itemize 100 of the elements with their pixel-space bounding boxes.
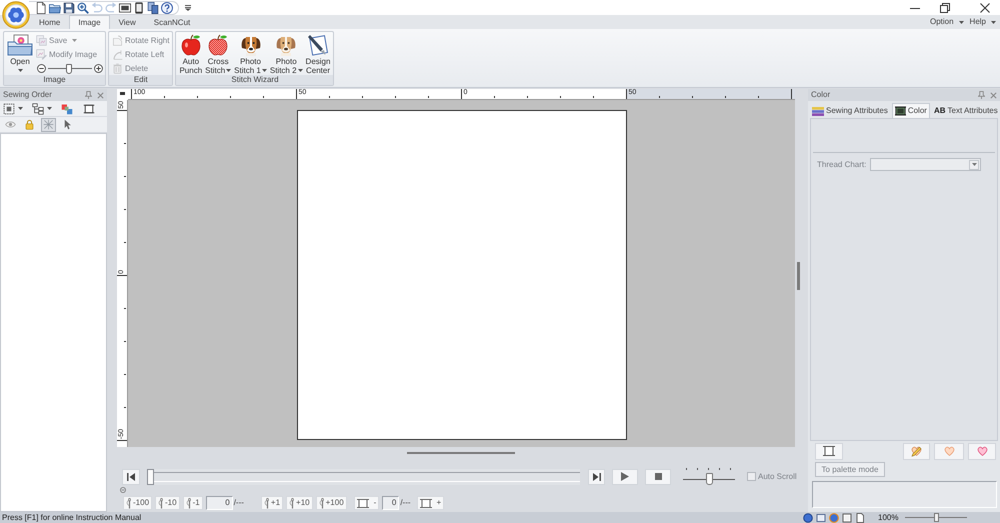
- restore-icon[interactable]: [940, 2, 950, 12]
- rotate-left-icon: [112, 49, 123, 60]
- skip-start-button[interactable]: [122, 468, 140, 484]
- step-button[interactable]: +10: [286, 496, 313, 510]
- step-button[interactable]: -: [354, 496, 380, 510]
- ribbon-button[interactable]: Photo Stitch 2: [268, 33, 304, 75]
- caret-icon[interactable]: [47, 107, 52, 110]
- caret-icon[interactable]: [18, 107, 23, 110]
- ribbon-button[interactable]: Auto Punch: [178, 33, 204, 75]
- color-blocks-icon[interactable]: [61, 102, 73, 114]
- heart-button[interactable]: [968, 442, 996, 460]
- collapse-icon[interactable]: [120, 487, 126, 493]
- ruler-unit-icon: [120, 92, 125, 95]
- slider-thumb[interactable]: [934, 513, 939, 522]
- scrollbar-thumb[interactable]: [407, 452, 515, 454]
- screen-icon[interactable]: [119, 2, 131, 14]
- slider-thumb[interactable]: [147, 468, 154, 484]
- folder-photo-icon: [7, 34, 33, 56]
- step-button[interactable]: +1: [260, 496, 284, 510]
- ribbon-button[interactable]: Open: [6, 33, 34, 75]
- step-button[interactable]: +100: [316, 496, 347, 510]
- caret-icon: [972, 163, 977, 166]
- tablet-icon[interactable]: [133, 2, 145, 14]
- folder-icon[interactable]: [49, 2, 61, 14]
- pages-icon[interactable]: [147, 2, 159, 14]
- asterisk-icon: [43, 119, 54, 130]
- heart-icon: [976, 445, 988, 457]
- menu-button[interactable]: Option: [926, 15, 967, 29]
- apple-icon: [180, 34, 202, 56]
- step-field[interactable]: 0: [382, 496, 400, 510]
- checkered-apple-icon: [207, 34, 230, 56]
- zoom-out-icon[interactable]: [37, 64, 46, 73]
- checkbox-label: Auto Scroll: [758, 472, 797, 482]
- needle-icon: [186, 498, 191, 508]
- caret-icon: [991, 20, 996, 24]
- zoom-in-icon[interactable]: [77, 2, 89, 14]
- frame-icon: [823, 445, 835, 457]
- dog-icon: [275, 34, 298, 56]
- trash-icon: [112, 63, 123, 74]
- close-icon[interactable]: [980, 2, 990, 12]
- step-button[interactable]: -1: [182, 496, 203, 510]
- ribbon-tab[interactable]: ScanNCut: [144, 15, 200, 29]
- needle-icon: [158, 498, 164, 508]
- ribbon-tab[interactable]: Image: [69, 15, 110, 29]
- flower-logo-icon[interactable]: [2, 1, 30, 29]
- slider-thumb[interactable]: [66, 64, 72, 74]
- ribbon-button[interactable]: Cross Stitch: [204, 33, 232, 75]
- skip-end-button[interactable]: [588, 468, 605, 484]
- frame-select-icon[interactable]: [3, 102, 15, 114]
- image-edit-icon: [36, 49, 47, 60]
- play-button[interactable]: [612, 468, 638, 484]
- needle-icon: [289, 498, 294, 508]
- heart-button[interactable]: [903, 442, 930, 460]
- disc-icon[interactable]: [829, 512, 839, 522]
- step-button[interactable]: -100: [123, 496, 152, 510]
- heart-icon: [942, 445, 956, 457]
- status-message: Press [F1] for online Instruction Manual: [1, 512, 142, 522]
- toggle-button[interactable]: [41, 118, 56, 132]
- zoom-in-icon[interactable]: [94, 64, 103, 73]
- step-field[interactable]: 0: [206, 496, 233, 510]
- frame-icon: [356, 498, 369, 508]
- hierarchy-icon[interactable]: [32, 102, 44, 114]
- skip-end-icon: [592, 472, 600, 480]
- pen-paper-icon: [307, 34, 329, 56]
- step-total: /---: [234, 498, 244, 508]
- progress-slider[interactable]: [147, 468, 580, 484]
- frame-icon: [420, 498, 432, 508]
- ribbon-button[interactable]: Design Center: [304, 33, 332, 75]
- menu-button[interactable]: Help: [966, 15, 999, 29]
- frame-icon[interactable]: [83, 102, 95, 114]
- needle-icon: [264, 498, 269, 508]
- panel-tab[interactable]: AB Text Attributes: [930, 103, 1000, 118]
- scrollbar-thumb[interactable]: [797, 262, 800, 290]
- help-icon[interactable]: [161, 2, 173, 14]
- needle-icon: [318, 498, 324, 508]
- page-icon[interactable]: [35, 2, 47, 14]
- square-icon[interactable]: [842, 512, 852, 522]
- ribbon-button[interactable]: Photo Stitch 1: [233, 33, 268, 75]
- group-label: Stitch Wizard: [176, 75, 334, 85]
- needle-icon: [126, 498, 131, 508]
- dog-icon: [240, 34, 262, 56]
- rotate-right-icon: [112, 35, 123, 46]
- panel-tab[interactable]: Color: [892, 103, 930, 118]
- step-button[interactable]: -10: [155, 496, 180, 510]
- stripes-icon: [812, 106, 824, 116]
- zoom-slider[interactable]: [48, 64, 92, 74]
- frame-button[interactable]: [815, 442, 843, 460]
- save-icon: [36, 35, 47, 46]
- slider-thumb[interactable]: [706, 473, 712, 485]
- zoom-percent: 100%: [878, 512, 898, 522]
- disc-icon[interactable]: [803, 512, 813, 522]
- group-label: Image: [4, 75, 105, 85]
- stop-button[interactable]: [645, 468, 671, 484]
- heart-pencil-icon: [910, 445, 923, 457]
- panel-tab[interactable]: Sewing Attributes: [809, 103, 891, 118]
- stop-icon: [654, 473, 662, 480]
- customize-caret-icon[interactable]: [185, 4, 191, 10]
- step-button[interactable]: +: [416, 496, 444, 510]
- ribbon-tab[interactable]: View: [110, 15, 145, 29]
- ribbon-tab[interactable]: Home: [30, 15, 70, 29]
